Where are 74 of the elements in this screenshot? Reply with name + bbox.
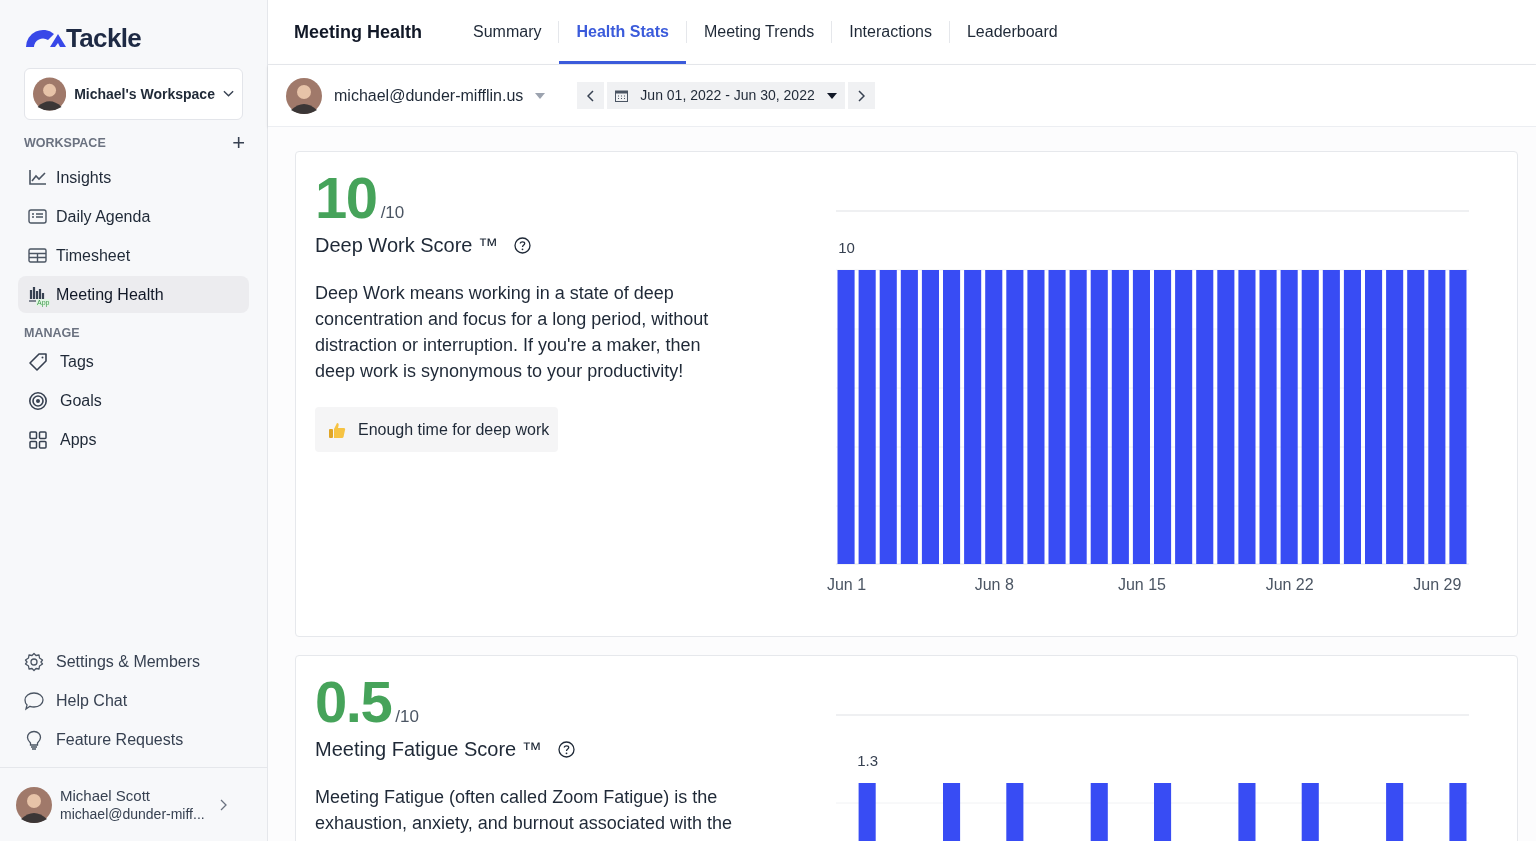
table-icon — [28, 245, 48, 266]
score-value: 10 — [315, 169, 377, 227]
chart-icon — [28, 167, 48, 188]
score-value: 0.5 — [315, 673, 392, 731]
help-icon[interactable] — [557, 740, 575, 758]
settings-icon — [24, 652, 44, 672]
avatar — [16, 786, 52, 823]
chart-bar — [858, 783, 876, 841]
status-badge: Enough time for deep work — [315, 407, 559, 452]
chart-bar — [1449, 783, 1467, 841]
chart-bar — [1006, 783, 1024, 841]
next-button[interactable] — [847, 82, 875, 109]
logo-icon — [24, 28, 66, 48]
help-icon[interactable] — [514, 236, 532, 254]
date-range-picker[interactable]: Jun 01, 2022 - Jun 30, 2022 — [607, 82, 845, 109]
thumbs-up-icon — [328, 420, 346, 439]
score-max: /10 — [380, 201, 405, 224]
sidebar-item[interactable]: Goals — [18, 382, 249, 420]
sidebar-item[interactable]: Settings & Members — [24, 647, 243, 677]
caret-icon — [826, 92, 837, 99]
chart-bar — [1301, 783, 1319, 841]
value-label: 10 — [838, 239, 855, 256]
grid-icon — [28, 430, 48, 451]
sidebar-item[interactable]: Insights — [18, 159, 249, 196]
axis-label: Jun 22 — [1265, 576, 1314, 593]
tag-icon — [28, 352, 48, 373]
score-title: Deep Work Score ™ — [315, 233, 499, 258]
caret-icon — [535, 92, 546, 99]
previous-button[interactable] — [577, 82, 605, 109]
description: Meeting Fatigue (often called Zoom Fatigue) is the exhaustion, anxiety, and burnout associated with the — [315, 786, 733, 835]
sidebar-item[interactable]: Tags — [18, 343, 249, 381]
logo-text: Tackle — [66, 21, 142, 55]
sidebar-item[interactable]: Apps — [18, 421, 249, 459]
avatar — [33, 76, 67, 112]
sidebar-item[interactable]: Feature Requests — [24, 725, 243, 755]
chart-bar — [1090, 783, 1108, 841]
target-icon — [28, 391, 48, 412]
tab[interactable]: Health Stats — [559, 0, 686, 64]
user-email: michael@dunder-miff... — [60, 804, 206, 824]
description: Deep Work means working in a state of deep concentration and focus for a long period, without distraction or interruption. If you're a maker, then deep work is synonymous to your productivity! — [315, 282, 710, 383]
user-select[interactable]: michael@dunder-mifflin.us — [334, 83, 546, 108]
avatar — [286, 77, 322, 114]
tab[interactable]: Leaderboard — [949, 0, 1075, 64]
tab[interactable]: Meeting Trends — [686, 0, 832, 64]
sidebar-item[interactable]: Daily Agenda — [18, 198, 249, 235]
axis-label: Jun 1 — [827, 576, 867, 593]
tab[interactable]: Summary — [456, 0, 559, 64]
sidebar-item[interactable]: Help Chat — [24, 686, 243, 716]
axis-label: Jun 15 — [1117, 576, 1166, 593]
page-title: Meeting Health — [294, 20, 422, 44]
sidebar-item[interactable]: Timesheet — [18, 237, 249, 274]
chevron-down-icon — [222, 90, 234, 98]
agenda-icon — [28, 206, 48, 227]
calendar-icon — [615, 89, 629, 102]
chat-bubble-icon — [24, 691, 44, 711]
value-label: 1.3 — [857, 752, 879, 769]
section-heading: MANAGE — [24, 325, 80, 342]
chevron-right-icon — [857, 89, 866, 102]
score-max: /10 — [395, 705, 419, 728]
chart-bar — [1154, 783, 1172, 841]
chart-bar — [1386, 783, 1404, 841]
chevron-left-icon — [586, 89, 595, 102]
add-button[interactable]: + — [232, 132, 245, 154]
lightbulb-icon — [24, 730, 44, 750]
section-heading: WORKSPACE — [24, 134, 106, 152]
chart-bar — [943, 783, 961, 841]
workspace-switcher[interactable]: Michael's Workspace — [24, 68, 243, 120]
user-name: Michael Scott — [60, 785, 152, 805]
axis-label: Jun 8 — [974, 576, 1014, 593]
chart-bar — [1238, 783, 1256, 841]
axis-label: Jun 29 — [1413, 576, 1462, 593]
chevron-right-icon[interactable] — [219, 798, 227, 811]
tab[interactable]: Interactions — [832, 0, 949, 64]
score-title: Meeting Fatigue Score ™ — [315, 737, 542, 762]
